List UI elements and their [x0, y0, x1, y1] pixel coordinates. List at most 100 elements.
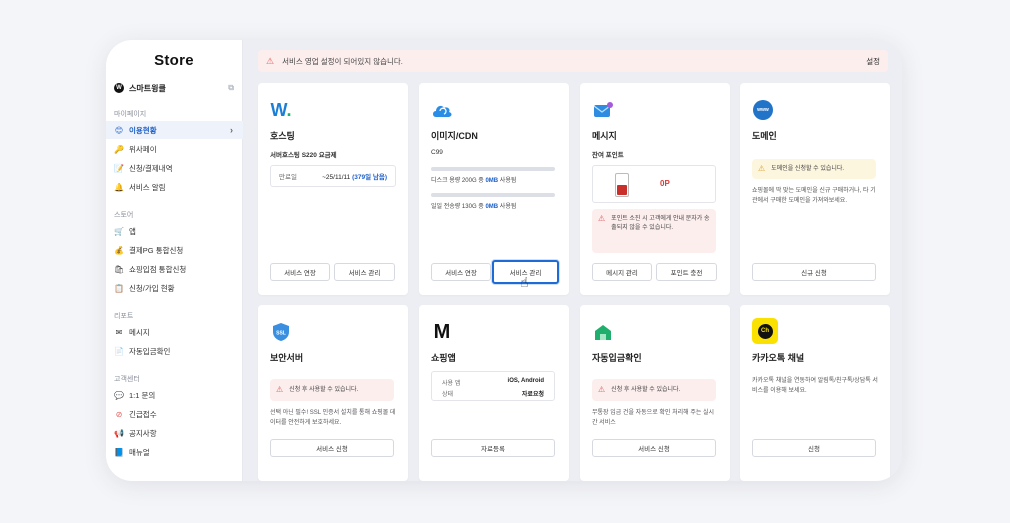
expiry-box: 만료일 ~25/11/11 (379일 남음) — [270, 165, 396, 187]
traffic-usage-text: 일일 전송량 130G 중 0MB 사용됨 — [431, 204, 517, 210]
card-title: 보안서버 — [270, 353, 304, 363]
warning-icon: ⚠ — [276, 385, 284, 394]
card-title: 이미지/CDN — [431, 131, 478, 141]
envelope-icon — [592, 99, 614, 121]
sidebar-item-pg[interactable]: 💰 결제PG 통합신청 — [106, 241, 243, 259]
expiry-value: ~25/11/11 (379일 남음) — [322, 174, 387, 181]
sidebar-item-label: 매뉴얼 — [129, 447, 150, 457]
points-notice: ⚠ 포인트 소진 시 고객에게 안내 문자가 송출되지 않을 수 있습니다. — [592, 209, 716, 253]
sidebar-item-label: 신청/결제내역 — [129, 163, 173, 173]
money-bag-icon: 💰 — [114, 245, 124, 255]
sidebar-item-label: 신청/가입 현황 — [129, 283, 175, 293]
points-value: 0P — [660, 179, 670, 188]
sidebar-item-deposit[interactable]: 📄 자동입금확인 — [106, 342, 243, 360]
sidebar-item-label: 서비스 알림 — [129, 182, 166, 192]
sidebar-item-signup-status[interactable]: 📋 신청/가입 현황 — [106, 279, 243, 297]
sidebar-item-label: 1:1 문의 — [129, 390, 156, 400]
card-cdn: 이미지/CDN C99 디스크 용량 200G 중 0MB 사용됨 일일 전송량… — [419, 83, 569, 295]
sidebar-item-orders[interactable]: 📝 신청/결제내역 — [106, 159, 243, 177]
sidebar-item-label: 긴급접수 — [129, 409, 157, 419]
megaphone-icon: 📢 — [114, 428, 124, 438]
warning-icon: ⚠ — [266, 55, 275, 66]
kakao-apply-button[interactable]: 신청 — [752, 439, 876, 457]
kakao-description: 카카오톡 채널을 연동하여 알림톡/친구톡/상담톡 서비스를 이용해 보세요. — [752, 378, 878, 394]
disk-usage-text: 디스크 용량 200G 중 0MB 사용됨 — [431, 178, 517, 184]
deposit-description: 무통장 입금 건을 자동으로 확인 처리해 주는 실시간 서비스 — [592, 410, 715, 426]
sidebar-item-label: 메시지 — [129, 327, 150, 337]
prohibited-icon: ⊘ — [115, 409, 123, 419]
card-kakao: Ch 카카오톡 채널 카카오톡 채널을 연동하여 알림톡/친구톡/상담톡 서비스… — [740, 305, 890, 481]
envelope-icon: ✉ — [115, 327, 123, 337]
sidebar-item-inquiry[interactable]: 💬 1:1 문의 — [106, 386, 243, 404]
warning-icon: ⚠ — [598, 385, 606, 394]
kakao-channel-icon: Ch — [752, 318, 778, 344]
sidebar: Store W 스마트윙클 ⧉ 마이페이지 😊 이용현황 › 🔑 위사페이 📝 … — [106, 40, 243, 481]
sidebar-item-label: 앱 — [129, 226, 136, 236]
sidebar-item-message[interactable]: ✉ 메시지 — [106, 323, 243, 341]
section-title-support: 고객센터 — [114, 376, 140, 383]
warning-icon: ⚠ — [598, 214, 606, 223]
shop-name: 스마트윙클 — [129, 83, 166, 93]
expiry-label: 만료일 — [279, 174, 297, 181]
hosting-extend-button[interactable]: 서비스 연장 — [270, 263, 330, 281]
points-charge-button[interactable]: 포인트 충전 — [656, 263, 717, 281]
cart-icon: 🛒 — [114, 226, 124, 236]
section-title-report: 리포트 — [114, 313, 134, 320]
deposit-apply-button[interactable]: 서비스 신청 — [592, 439, 716, 457]
external-link-icon[interactable]: ⧉ — [228, 83, 234, 93]
cloud-icon — [431, 99, 453, 121]
points-box: 0P — [592, 165, 716, 203]
hosting-plan: 서버호스팅 S220 요금제 — [270, 152, 337, 159]
card-ssl: SSL 보안서버 ⚠ 신청 후 사용할 수 있습니다. 선택 아닌 필수! SS… — [258, 305, 408, 481]
globe-icon: www — [752, 99, 774, 121]
document-icon: 📄 — [114, 346, 124, 356]
sidebar-item-usage[interactable]: 😊 이용현황 › — [106, 121, 243, 139]
hosting-manage-button[interactable]: 서비스 관리 — [334, 263, 395, 281]
status-value: 자료요청 — [521, 392, 544, 398]
warning-icon: ⚠ — [758, 164, 766, 173]
deposit-notice: ⚠ 신청 후 사용할 수 있습니다. — [592, 379, 716, 401]
card-title: 호스팅 — [270, 131, 295, 141]
sidebar-item-notifications[interactable]: 🔔 서비스 알림 — [106, 178, 243, 196]
warning-banner: ⚠ 서비스 영업 설정이 되어있지 않습니다. 설정 — [258, 50, 888, 72]
ssl-apply-button[interactable]: 서비스 신청 — [270, 439, 394, 457]
sidebar-item-manual[interactable]: 📘 매뉴얼 — [106, 443, 243, 461]
sidebar-item-label: 이용현황 — [129, 125, 157, 135]
sidebar-item-label: 쇼핑입점 통합신청 — [129, 264, 187, 274]
shop-selector[interactable]: W 스마트윙클 ⧉ — [114, 81, 234, 95]
bell-icon: 🔔 — [114, 182, 124, 192]
sidebar-item-notice[interactable]: 📢 공지사항 — [106, 424, 243, 442]
card-title: 쇼핑앱 — [431, 353, 456, 363]
section-title-store: 스토어 — [114, 212, 134, 219]
points-label: 잔여 포인트 — [592, 152, 624, 159]
sidebar-item-marketplace[interactable]: 🛍 쇼핑입점 통합신청 — [106, 260, 243, 278]
sidebar-item-emergency[interactable]: ⊘ 긴급접수 — [106, 405, 243, 423]
key-icon: 🔑 — [114, 144, 124, 154]
section-title-mypage: 마이페이지 — [114, 111, 147, 118]
settings-link[interactable]: 설정 — [866, 56, 880, 67]
domain-new-button[interactable]: 신규 신청 — [752, 263, 876, 281]
hand-cursor-icon: ☝ — [520, 274, 529, 290]
disk-usage-bar — [431, 167, 555, 171]
sidebar-item-label: 결제PG 통합신청 — [129, 245, 184, 255]
app-label: 사용 앱 — [442, 381, 461, 387]
wisa-logo-icon: W. — [270, 99, 292, 120]
message-manage-button[interactable]: 메시지 관리 — [592, 263, 652, 281]
domain-notice: ⚠ 도메인을 신청할 수 있습니다. — [752, 159, 876, 179]
card-message: 메시지 잔여 포인트 0P ⚠ 포인트 소진 시 고객에게 안내 문자가 송출되… — [580, 83, 730, 295]
cdn-extend-button[interactable]: 서비스 연장 — [431, 263, 491, 281]
app-logo: Store — [154, 52, 194, 69]
sidebar-item-wisapay[interactable]: 🔑 위사페이 — [106, 140, 243, 158]
domain-description: 쇼핑몰에 딱 맞는 도메인을 신규 구매하거나, 타 기관에서 구매한 도메인을… — [752, 188, 876, 204]
app-info-box: 사용 앱 iOS, Android 상태 자료요청 — [431, 371, 555, 401]
card-title: 도메인 — [752, 131, 777, 141]
sidebar-item-app[interactable]: 🛒 앱 — [106, 222, 243, 240]
sidebar-item-label: 위사페이 — [129, 144, 157, 154]
house-icon — [592, 321, 614, 343]
register-data-button[interactable]: 자료등록 — [431, 439, 555, 457]
card-title: 카카오톡 채널 — [752, 353, 805, 363]
chevron-right-icon: › — [230, 125, 233, 135]
shop-logo-icon: W — [114, 83, 124, 93]
battery-icon — [615, 173, 629, 197]
banner-text: 서비스 영업 설정이 되어있지 않습니다. — [282, 56, 403, 66]
